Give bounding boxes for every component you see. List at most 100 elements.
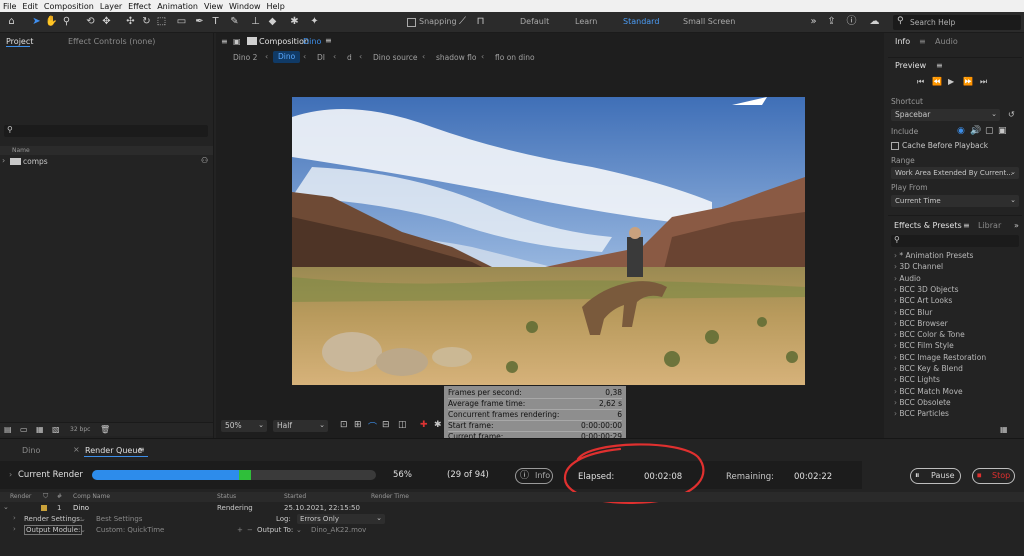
- effects-list-item[interactable]: › BCC Match Move: [894, 387, 963, 396]
- bpc-label[interactable]: 32 bpc: [70, 426, 90, 433]
- col-render-time[interactable]: Render Time: [371, 493, 409, 500]
- previous-frame-icon[interactable]: ⏪: [932, 77, 942, 86]
- skip-to-end-icon[interactable]: ⏭: [980, 77, 987, 87]
- new-composition-icon[interactable]: ▦: [36, 425, 44, 434]
- col-status[interactable]: Status: [217, 493, 236, 500]
- lock-icon[interactable]: ▣: [233, 37, 241, 46]
- chevron-right-icon[interactable]: ›: [2, 156, 5, 165]
- workspace-small-screen[interactable]: Small Screen: [683, 17, 735, 26]
- puppet-tool-icon[interactable]: ✦: [308, 15, 321, 29]
- table-row[interactable]: ⌄ 1 Dino Rendering 25.10.2021, 22:15:50: [0, 503, 1024, 513]
- snapshot-icon[interactable]: ◫: [398, 420, 407, 430]
- chevron-right-icon[interactable]: ›: [13, 525, 16, 533]
- minus-icon[interactable]: −: [247, 526, 253, 534]
- resolution-dropdown[interactable]: Half ⌄: [273, 420, 328, 432]
- menu-file[interactable]: File: [3, 2, 16, 11]
- composition-viewer-frame[interactable]: [292, 97, 805, 385]
- effects-list-item[interactable]: › BCC Obsolete: [894, 398, 951, 407]
- roto-tool-icon[interactable]: ✱: [288, 15, 301, 29]
- cloud-icon[interactable]: ☁: [868, 15, 881, 29]
- menu-icon[interactable]: ≡: [919, 37, 926, 46]
- orbit-tool-icon[interactable]: ⟲: [84, 15, 97, 29]
- tag-icon[interactable]: ⛉: [43, 492, 48, 501]
- tab-render-queue[interactable]: Render Queue: [85, 446, 142, 455]
- tab-dino[interactable]: Dino: [22, 446, 40, 455]
- project-settings-icon[interactable]: ▧: [52, 425, 60, 434]
- output-to-value[interactable]: Dino_AK22.mov: [311, 526, 366, 534]
- effects-list-item[interactable]: › BCC Key & Blend: [894, 364, 963, 373]
- breadcrumb-item[interactable]: d: [347, 53, 352, 62]
- guides-icon[interactable]: ⊟: [382, 420, 390, 430]
- chevron-down-icon[interactable]: ⌄: [296, 526, 302, 534]
- log-dropdown[interactable]: Errors Only ⌄: [297, 514, 385, 524]
- pen-tool-icon[interactable]: ✒: [193, 15, 206, 29]
- effects-list-item[interactable]: › BCC Film Style: [894, 341, 954, 350]
- effects-list-item[interactable]: › BCC Lights: [894, 375, 940, 384]
- effects-list-item[interactable]: › BCC Art Looks: [894, 296, 952, 305]
- breadcrumb-item[interactable]: DI: [317, 53, 325, 62]
- region-of-interest-icon[interactable]: ⊡: [340, 420, 348, 430]
- stop-button[interactable]: ⏹ Stop: [972, 468, 1015, 484]
- play-icon[interactable]: ▶: [948, 77, 954, 86]
- menu-icon[interactable]: ≡: [963, 221, 970, 230]
- hand-tool-icon[interactable]: ✋: [45, 15, 58, 29]
- effects-list-item[interactable]: › 3D Channel: [894, 262, 943, 271]
- transparency-grid-icon[interactable]: ⊞: [354, 420, 362, 430]
- anchor-tool-icon[interactable]: ⬚: [155, 15, 168, 29]
- search-help-input[interactable]: Search Help: [910, 18, 955, 27]
- list-item[interactable]: › comps ⚇: [0, 156, 213, 167]
- comp-tab-label[interactable]: Composition: [259, 37, 309, 46]
- mask-visibility-icon[interactable]: ⌒: [368, 420, 377, 433]
- effects-list-item[interactable]: › * Animation Presets: [894, 251, 973, 260]
- col-render[interactable]: Render: [10, 493, 31, 500]
- comp-tab-name[interactable]: Dino: [303, 37, 321, 46]
- chevron-down-icon[interactable]: ⌄: [80, 515, 86, 523]
- breadcrumb-item[interactable]: flo on dino: [495, 53, 535, 62]
- column-name[interactable]: Name: [12, 147, 30, 154]
- breadcrumb-item[interactable]: Dino 2: [233, 53, 257, 62]
- exposure-icon[interactable]: ✱: [434, 420, 442, 430]
- home-icon[interactable]: ⌂: [5, 15, 18, 29]
- trash-icon[interactable]: 🗑: [100, 425, 110, 434]
- snapping-checkbox[interactable]: [407, 18, 416, 27]
- breadcrumb-item[interactable]: shadow flo: [436, 53, 476, 62]
- menu-composition[interactable]: Composition: [44, 2, 94, 11]
- skip-to-start-icon[interactable]: ⏮: [917, 77, 924, 87]
- menu-layer[interactable]: Layer: [100, 2, 122, 11]
- selection-tool-icon[interactable]: ➤: [30, 15, 43, 29]
- eraser-tool-icon[interactable]: ◆: [266, 15, 279, 29]
- tab-project[interactable]: Project: [6, 37, 33, 46]
- chevron-right-icon[interactable]: ›: [9, 470, 12, 479]
- effects-list-item[interactable]: › BCC Browser: [894, 319, 948, 328]
- menu-icon[interactable]: ≡: [221, 37, 228, 46]
- tab-info[interactable]: Info: [895, 37, 910, 46]
- menu-icon[interactable]: ≡: [138, 445, 145, 454]
- pan-tool-icon[interactable]: ✥: [100, 15, 113, 29]
- share-icon[interactable]: ⇪: [825, 15, 838, 29]
- clone-tool-icon[interactable]: ⊥: [249, 15, 262, 29]
- range-dropdown[interactable]: Work Area Extended By Current... ⌄: [891, 167, 1019, 179]
- more-tabs-icon[interactable]: »: [1014, 221, 1019, 230]
- effects-list-item[interactable]: › BCC Color & Tone: [894, 330, 965, 339]
- render-settings-value[interactable]: Best Settings: [96, 515, 142, 523]
- new-folder-icon[interactable]: ▭: [20, 425, 28, 434]
- overlay-icon[interactable]: ▢: [985, 126, 994, 136]
- eye-icon[interactable]: ◉: [957, 126, 965, 136]
- cache-checkbox[interactable]: [891, 142, 899, 150]
- tab-effects-presets[interactable]: Effects & Presets: [894, 221, 962, 230]
- menu-animation[interactable]: Animation: [157, 2, 198, 11]
- reset-icon[interactable]: ↺: [1008, 110, 1015, 119]
- chevron-down-icon[interactable]: ⌄: [3, 503, 9, 511]
- tab-libraries[interactable]: Librar: [978, 221, 1001, 230]
- snap-edge-icon[interactable]: ⊓: [474, 15, 487, 29]
- col-number[interactable]: #: [57, 493, 62, 500]
- info-icon[interactable]: ⓘ: [845, 15, 858, 29]
- effects-search-field[interactable]: ⚲: [891, 235, 1019, 247]
- info-button[interactable]: ⓘ Info: [515, 468, 553, 484]
- pause-button[interactable]: ⏸ Pause: [910, 468, 961, 484]
- menu-effect[interactable]: Effect: [128, 2, 151, 11]
- dolly-tool-icon[interactable]: ✣: [124, 15, 137, 29]
- effects-list-item[interactable]: › Audio: [894, 274, 921, 283]
- project-search-field[interactable]: ⚲: [4, 125, 208, 137]
- play-from-dropdown[interactable]: Current Time ⌄: [891, 195, 1019, 207]
